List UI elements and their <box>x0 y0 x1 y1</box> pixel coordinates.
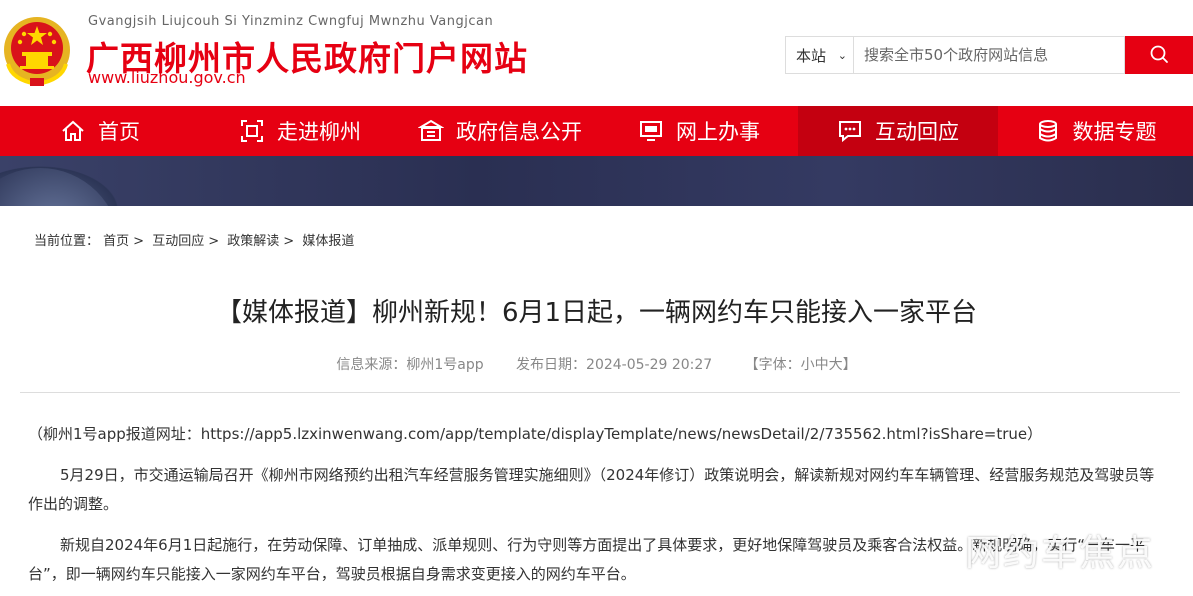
breadcrumb-interaction[interactable]: 互动回应 <box>152 234 204 249</box>
breadcrumb: 当前位置： 首页 > 互动回应 > 政策解读 > 媒体报道 <box>34 230 354 249</box>
search-icon <box>1150 45 1168 63</box>
nav-item-about-liuzhou[interactable]: 走进柳州 <box>200 106 400 156</box>
scan-icon <box>241 120 263 142</box>
banner-decoration <box>0 168 120 206</box>
nav-item-home[interactable]: 首页 <box>0 106 200 156</box>
article-source: 信息来源：柳州1号app <box>336 357 484 373</box>
chevron-down-icon: ⌄ <box>837 49 847 62</box>
national-emblem-icon[interactable] <box>2 14 72 88</box>
site-pinyin-name: Gvangjsih Liujcouh Si Yinzminz Cwngfuj M… <box>88 14 494 29</box>
nav-item-online-service[interactable]: 网上办事 <box>600 106 798 156</box>
divider <box>20 392 1180 393</box>
article-date: 发布日期：2024-05-29 20:27 <box>516 357 713 373</box>
breadcrumb-home[interactable]: 首页 <box>103 234 129 249</box>
font-size-toggle[interactable]: 【字体：小中大】 <box>745 357 857 373</box>
chat-icon <box>839 121 861 143</box>
breadcrumb-separator: > <box>283 234 295 249</box>
search-button[interactable] <box>1125 36 1193 74</box>
breadcrumb-prefix: 当前位置： <box>34 234 100 249</box>
breadcrumb-media[interactable]: 媒体报道 <box>302 234 354 249</box>
nav-label: 首页 <box>98 120 140 144</box>
nav-label: 走进柳州 <box>277 120 361 144</box>
breadcrumb-separator: > <box>208 234 220 249</box>
search-scope-select[interactable]: 本站 ⌄ <box>785 36 853 74</box>
banner-image <box>0 156 1193 206</box>
search-scope-label: 本站 <box>796 47 827 65</box>
database-icon <box>1038 120 1057 142</box>
watermark: 网约车焦点 <box>965 533 1156 574</box>
article-title: 【媒体报道】柳州新规！6月1日起，一辆网约车只能接入一家平台 <box>215 298 978 328</box>
search-bar: 本站 ⌄ <box>785 36 1193 76</box>
breadcrumb-policy[interactable]: 政策解读 <box>227 234 279 249</box>
home-icon <box>62 120 84 141</box>
nav-item-interaction[interactable]: 互动回应 <box>798 106 998 156</box>
search-input[interactable] <box>853 36 1125 74</box>
site-url[interactable]: www.liuzhou.gov.cn <box>88 68 246 87</box>
site-header: Gvangjsih Liujcouh Si Yinzminz Cwngfuj M… <box>0 0 1193 106</box>
nav-label: 互动回应 <box>875 120 959 144</box>
monitor-icon <box>640 121 662 141</box>
nav-label: 网上办事 <box>676 120 760 144</box>
nav-item-data-topics[interactable]: 数据专题 <box>998 106 1193 156</box>
breadcrumb-separator: > <box>133 234 145 249</box>
nav-label: 政府信息公开 <box>456 120 582 144</box>
article-paragraph: 5月29日，市交通运输局召开《柳州市网络预约出租汽车经营服务管理实施细则》（20… <box>28 466 1155 513</box>
nav-item-gov-info[interactable]: 政府信息公开 <box>400 106 600 156</box>
building-icon <box>418 119 444 141</box>
article-paragraph: （柳州1号app报道网址：https://app5.lzxinwenwang.c… <box>28 425 1043 443</box>
nav-label: 数据专题 <box>1072 120 1157 144</box>
article-meta: 信息来源：柳州1号app 发布日期：2024-05-29 20:27 【字体：小… <box>0 354 1193 374</box>
main-nav: 首页 走进柳州 政府信息公开 网上办事 互动回应 数据专题 <box>0 106 1193 156</box>
